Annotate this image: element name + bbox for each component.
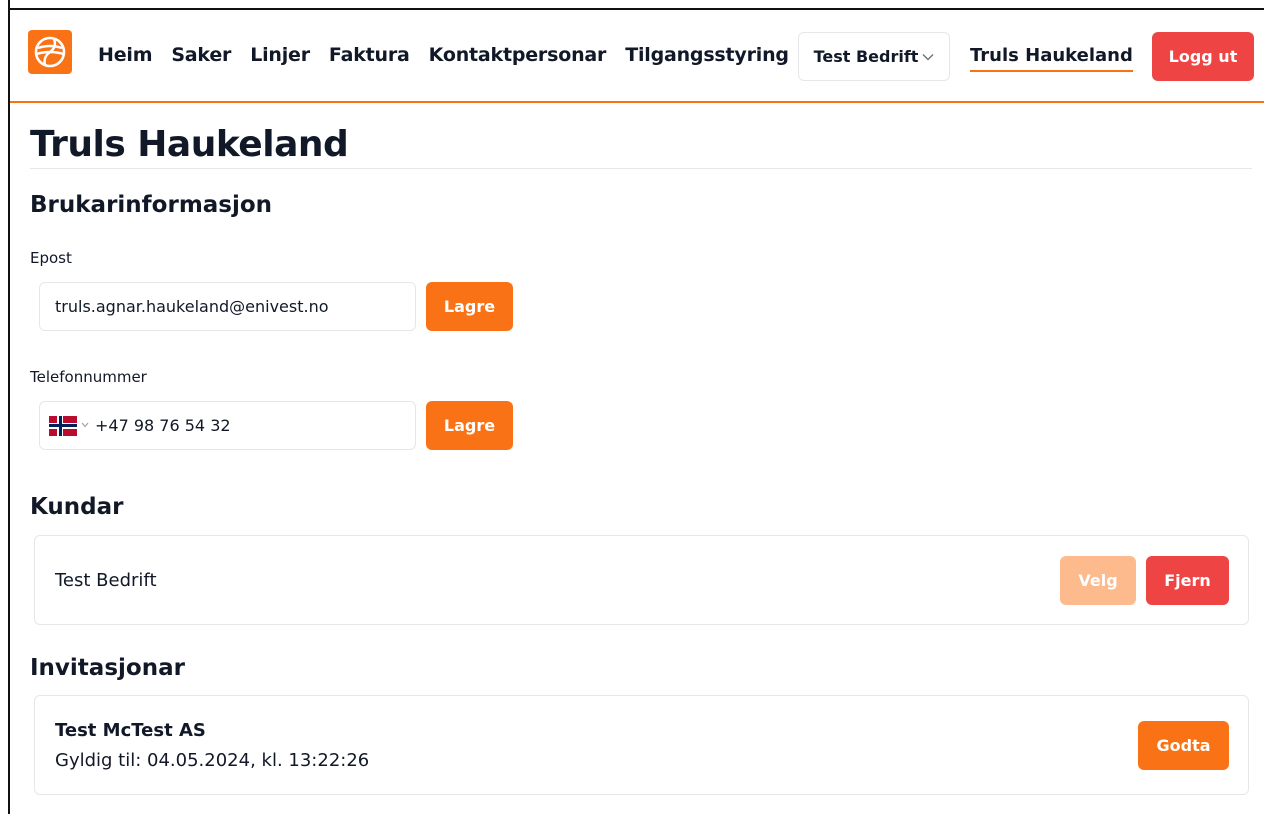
frame-border-left — [8, 0, 10, 814]
user-profile-link[interactable]: Truls Haukeland — [970, 45, 1133, 72]
globe-icon[interactable] — [28, 30, 72, 74]
title-divider — [30, 168, 1252, 169]
invitation-valid-until: Gyldig til: 04.05.2024, kl. 13:22:26 — [55, 750, 370, 771]
main-nav: Heim Saker Linjer Faktura Kontaktpersona… — [98, 44, 789, 66]
phone-field[interactable]: +47 98 76 54 32 — [39, 401, 416, 450]
email-value: truls.agnar.haukeland@enivest.no — [55, 297, 329, 316]
company-select-value: Test Bedrift — [813, 47, 919, 66]
logout-button[interactable]: Logg ut — [1152, 32, 1254, 81]
customer-card: Test Bedrift Velg Fjern — [34, 535, 1249, 625]
chevron-down-icon — [922, 50, 934, 64]
company-select[interactable]: Test Bedrift — [798, 32, 950, 81]
accept-invitation-button[interactable]: Godta — [1138, 721, 1229, 770]
save-email-button[interactable]: Lagre — [426, 282, 513, 331]
customers-heading: Kundar — [30, 494, 124, 520]
customer-name: Test Bedrift — [55, 570, 157, 591]
email-label: Epost — [30, 249, 72, 267]
save-phone-button[interactable]: Lagre — [426, 401, 513, 450]
invitations-heading: Invitasjonar — [30, 655, 185, 681]
invitation-company: Test McTest AS — [55, 720, 206, 741]
phone-value: +47 98 76 54 32 — [95, 416, 231, 435]
top-navbar: Heim Saker Linjer Faktura Kontaktpersona… — [10, 10, 1264, 103]
nav-link-faktura[interactable]: Faktura — [329, 44, 410, 66]
email-field[interactable]: truls.agnar.haukeland@enivest.no — [39, 282, 416, 331]
nav-link-heim[interactable]: Heim — [98, 44, 153, 66]
nav-link-saker[interactable]: Saker — [171, 44, 231, 66]
select-customer-button[interactable]: Velg — [1060, 556, 1136, 605]
nav-link-kontaktpersonar[interactable]: Kontaktpersonar — [429, 44, 607, 66]
invitation-card: Test McTest AS Gyldig til: 04.05.2024, k… — [34, 695, 1249, 795]
user-info-heading: Brukarinformasjon — [30, 192, 273, 218]
nav-link-tilgangsstyring[interactable]: Tilgangsstyring — [625, 44, 789, 66]
chevron-down-icon — [81, 420, 89, 431]
nav-link-linjer[interactable]: Linjer — [250, 44, 310, 66]
phone-label: Telefonnummer — [30, 368, 147, 386]
country-code-select[interactable] — [49, 415, 89, 436]
page-title: Truls Haukeland — [30, 124, 349, 165]
remove-customer-button[interactable]: Fjern — [1146, 556, 1229, 605]
norway-flag-icon — [49, 415, 77, 436]
